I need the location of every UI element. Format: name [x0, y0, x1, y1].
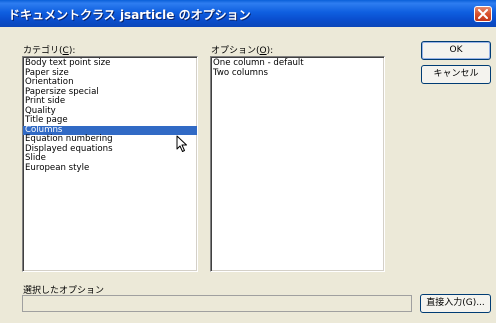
selected-options-field[interactable] [22, 295, 412, 312]
direct-input-button[interactable]: 直接入力(G)... [420, 294, 491, 313]
category-label: カテゴリ(C): [23, 46, 76, 56]
window-title: ドキュメントクラス jsarticle のオプション [8, 8, 251, 22]
ok-button[interactable]: OK [421, 41, 491, 60]
category-item[interactable]: European style [23, 163, 197, 174]
title-bar[interactable]: ドキュメントクラス jsarticle のオプション [0, 0, 496, 27]
category-item[interactable]: Displayed equations [23, 144, 197, 155]
options-listbox[interactable]: One column - default Two columns [210, 56, 385, 272]
option-item[interactable]: Two columns [211, 68, 384, 79]
close-button[interactable] [474, 6, 492, 22]
cancel-button[interactable]: キャンセル [421, 65, 491, 84]
options-label: オプション(O): [211, 46, 274, 56]
close-icon [478, 9, 488, 19]
category-listbox[interactable]: Body text point size Paper size Orientatio… [22, 56, 198, 272]
mouse-cursor-icon [176, 135, 187, 152]
